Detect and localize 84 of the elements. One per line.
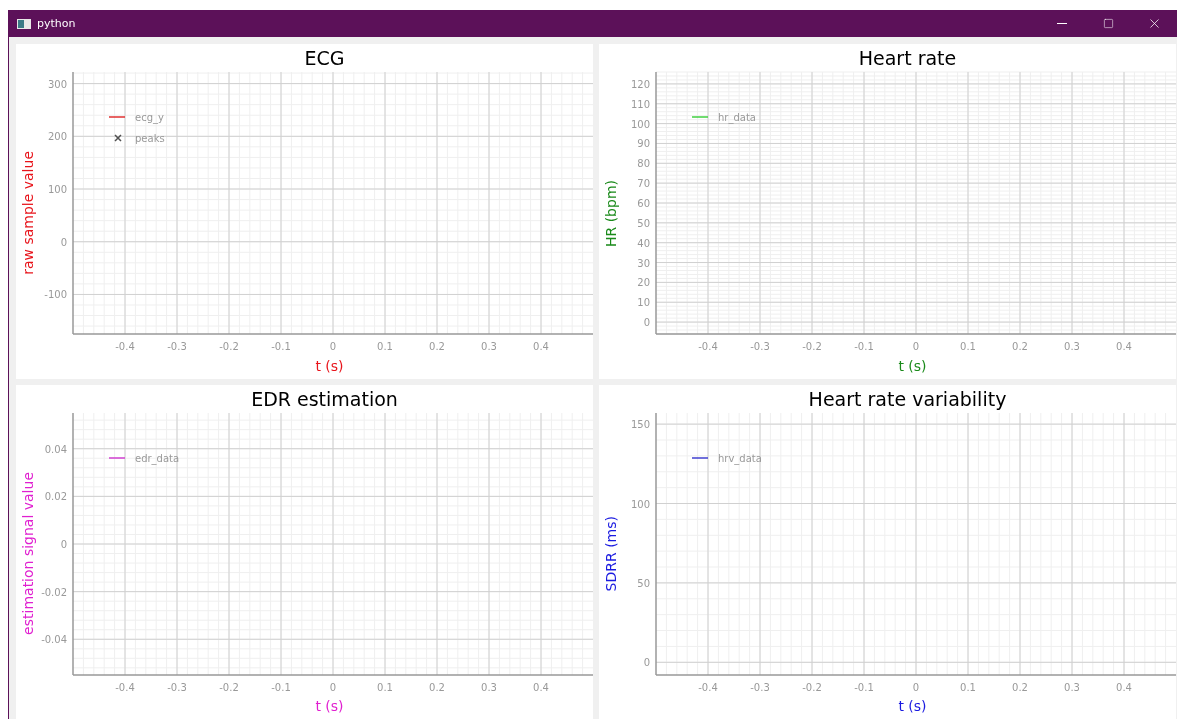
tick-label: 200 bbox=[47, 131, 67, 143]
chart-title: Heart rate variability bbox=[807, 386, 1008, 411]
y-axis-label: raw sample value bbox=[20, 151, 36, 276]
tick-label: -0.3 bbox=[167, 681, 187, 693]
tick-label: 20 bbox=[637, 277, 650, 289]
tick-label: 0.3 bbox=[1064, 681, 1080, 693]
tick-label: 0.4 bbox=[533, 681, 549, 693]
tick-label: -0.1 bbox=[271, 681, 291, 693]
tick-label: -0.2 bbox=[802, 681, 822, 693]
chart-title: Heart rate bbox=[857, 46, 958, 70]
tick-label: 0.2 bbox=[429, 341, 445, 352]
tick-label: 0 bbox=[60, 236, 67, 248]
tick-label: 0 bbox=[329, 681, 337, 693]
legend-label: edr_data bbox=[135, 452, 180, 464]
tick-label: 0.3 bbox=[1064, 341, 1080, 352]
tick-label: 0 bbox=[912, 341, 920, 352]
maximize-icon bbox=[1102, 18, 1114, 29]
tick-label: -0.4 bbox=[115, 341, 135, 352]
tick-label: -0.1 bbox=[271, 341, 291, 352]
tick-label: 60 bbox=[637, 198, 650, 209]
tick-label: 0.2 bbox=[429, 681, 445, 693]
tick-label: 0.2 bbox=[1012, 681, 1028, 693]
x-axis-label: t (s) bbox=[315, 356, 344, 376]
tick-label: 0 bbox=[329, 341, 337, 352]
tick-label: 70 bbox=[637, 178, 650, 190]
legend-label: hr_data bbox=[718, 112, 756, 123]
tick-label: -0.4 bbox=[698, 681, 718, 693]
tick-label: -0.2 bbox=[802, 341, 822, 352]
tick-label: 0.1 bbox=[377, 681, 393, 693]
tick-label: 110 bbox=[630, 98, 650, 110]
tick-label: 100 bbox=[47, 184, 67, 196]
tick-label: 0.02 bbox=[44, 490, 67, 502]
tick-label: 50 bbox=[637, 577, 650, 589]
x-axis-label: t (s) bbox=[898, 356, 927, 376]
tick-label: -0.4 bbox=[698, 341, 718, 352]
x-axis-label: t (s) bbox=[898, 697, 927, 716]
tick-label: 100 bbox=[630, 118, 650, 130]
y-axis-label: estimation signal value bbox=[20, 472, 36, 636]
tick-label: 0.3 bbox=[481, 681, 497, 693]
tick-label: -0.1 bbox=[854, 341, 874, 352]
tick-label: 0 bbox=[643, 656, 650, 668]
tick-label: 90 bbox=[637, 138, 650, 150]
tick-label: 300 bbox=[47, 78, 67, 90]
tick-label: 100 bbox=[630, 498, 650, 509]
tick-label: 0.4 bbox=[1116, 341, 1132, 352]
tick-label: 0 bbox=[912, 681, 920, 693]
tick-label: 80 bbox=[637, 158, 650, 170]
tick-label: 0.4 bbox=[533, 341, 549, 352]
chart-title: ECG bbox=[303, 46, 346, 70]
tick-label: 30 bbox=[637, 257, 650, 269]
minimize-icon bbox=[1057, 23, 1067, 24]
tick-label: -0.1 bbox=[854, 681, 874, 693]
tick-label: 0.1 bbox=[960, 341, 976, 352]
tick-label: 10 bbox=[637, 297, 650, 309]
tick-label: 0.2 bbox=[1012, 341, 1028, 352]
tick-label: 0.1 bbox=[377, 341, 393, 352]
tick-label: 0 bbox=[60, 538, 67, 550]
tick-label: -0.4 bbox=[115, 681, 135, 693]
tick-label: -0.2 bbox=[219, 341, 239, 352]
window-title: python bbox=[37, 17, 77, 30]
y-axis-label: HR (bpm) bbox=[603, 179, 619, 247]
tick-label: -0.3 bbox=[167, 341, 187, 352]
tick-label: -0.04 bbox=[41, 633, 67, 645]
legend-label: hrv_data bbox=[718, 452, 762, 464]
tick-label: -0.02 bbox=[41, 586, 67, 598]
tick-label: -0.2 bbox=[219, 681, 239, 693]
legend-label: ecg_y bbox=[135, 112, 164, 123]
tick-label: 150 bbox=[630, 418, 650, 430]
tick-label: -0.3 bbox=[750, 681, 770, 693]
tick-label: 0.4 bbox=[1116, 681, 1132, 693]
y-axis-label: SDRR (ms) bbox=[603, 516, 619, 592]
tick-label: 0.1 bbox=[960, 681, 976, 693]
tick-label: 0 bbox=[643, 317, 650, 329]
x-axis-label: t (s) bbox=[315, 697, 344, 716]
tick-label: 50 bbox=[637, 217, 650, 229]
tick-label: 0.04 bbox=[44, 443, 67, 455]
tick-label: 120 bbox=[630, 78, 650, 90]
tick-label: 40 bbox=[637, 237, 650, 249]
tick-label: -0.3 bbox=[750, 341, 770, 352]
chart-title: EDR estimation bbox=[250, 386, 399, 411]
tick-label: 0.3 bbox=[481, 341, 497, 352]
tick-label: -100 bbox=[44, 289, 67, 301]
legend-label: peaks bbox=[135, 133, 165, 144]
app-icon bbox=[17, 18, 31, 29]
